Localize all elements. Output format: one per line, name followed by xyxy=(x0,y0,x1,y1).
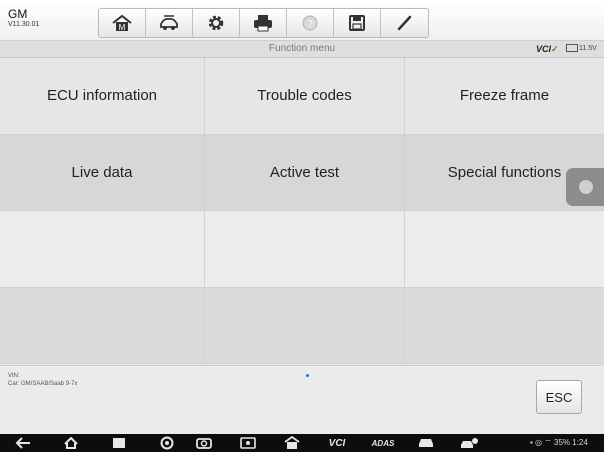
vehicle-brand: GM V11.30.01 xyxy=(8,8,39,30)
vci-status: VCI✓ xyxy=(536,44,559,55)
save-button[interactable] xyxy=(334,9,381,37)
vehicle-make: GM xyxy=(8,7,28,21)
print-button[interactable] xyxy=(240,9,287,37)
recent-apps-icon xyxy=(113,438,125,448)
remote-expert-icon xyxy=(461,438,478,448)
vehicle-swap-button[interactable] xyxy=(146,9,193,37)
back-button[interactable] xyxy=(12,434,34,452)
car-icon xyxy=(419,439,433,447)
save-icon xyxy=(349,15,365,31)
menu-item-freeze-frame[interactable]: Freeze frame xyxy=(405,58,604,135)
vci-connected-icon: ✓ xyxy=(551,44,559,54)
print-icon xyxy=(254,15,272,32)
menu-item-live-data[interactable]: Live data xyxy=(0,134,205,211)
diagnostics-home-button[interactable] xyxy=(280,434,304,452)
back-arrow-icon xyxy=(15,437,30,449)
vci-label: VCI xyxy=(536,44,552,54)
software-version: V11.30.01 xyxy=(8,21,40,28)
menu-item-empty xyxy=(205,211,405,288)
help-icon: ? xyxy=(302,15,318,31)
notification-icons: ▪ ◎ ⌔ xyxy=(530,438,555,447)
home-button[interactable]: M xyxy=(99,9,146,37)
adas-label: ADAS xyxy=(371,438,395,448)
vci-manager-button[interactable]: VCI xyxy=(322,434,352,452)
function-menu-grid: ECU information Trouble codes Freeze fra… xyxy=(0,58,604,364)
svg-text:M: M xyxy=(119,23,126,32)
page-indicator xyxy=(306,374,309,377)
remote-expert-button[interactable] xyxy=(456,434,482,452)
app-header: GM V11.30.01 M ? xyxy=(0,0,604,41)
svg-text:?: ? xyxy=(307,19,313,30)
settings-gear-icon xyxy=(208,15,224,31)
home-nav-icon xyxy=(64,437,78,449)
menu-item-empty xyxy=(405,211,604,288)
battery-voltage-text: 11.5V xyxy=(579,44,597,52)
pen-button[interactable] xyxy=(381,9,428,37)
browser-icon xyxy=(160,436,174,450)
floating-assistive-button[interactable] xyxy=(566,168,604,206)
toolbar: M ? xyxy=(98,8,429,38)
vehicle-service-button[interactable] xyxy=(414,434,438,452)
menu-item-empty xyxy=(0,211,205,288)
subheader-bar: Function menu VCI✓ 11.5V xyxy=(0,41,604,58)
screen-record-icon xyxy=(240,437,256,449)
battery-time: 35% 1:24 xyxy=(554,438,588,447)
battery-icon xyxy=(566,44,578,52)
settings-button[interactable] xyxy=(193,9,240,37)
menu-item-active-test[interactable]: Active test xyxy=(205,134,405,211)
vehicle-swap-icon xyxy=(160,15,178,30)
menu-item-empty xyxy=(405,287,604,364)
vin-label: VIN: xyxy=(8,373,20,379)
battery-voltage: 11.5V xyxy=(566,44,597,52)
camera-button[interactable] xyxy=(192,434,216,452)
camera-icon xyxy=(196,438,212,449)
page-title: Function menu xyxy=(268,43,336,54)
vehicle-info-footer: VIN: Car: GM/SAAB/Saab 9-7x ESC xyxy=(0,365,604,434)
adas-button[interactable]: ADAS xyxy=(368,434,398,452)
diagnostics-home-icon xyxy=(284,436,300,449)
menu-item-ecu-information[interactable]: ECU information xyxy=(0,58,205,135)
recent-apps-button[interactable] xyxy=(108,434,130,452)
menu-item-empty xyxy=(0,287,205,364)
help-button[interactable]: ? xyxy=(287,9,334,37)
browser-button[interactable] xyxy=(156,434,178,452)
system-nav-bar: VCI ADAS ▪ ◎ ⌔ 35% 1:24 xyxy=(0,434,604,452)
screen-record-button[interactable] xyxy=(236,434,260,452)
menu-item-trouble-codes[interactable]: Trouble codes xyxy=(205,58,405,135)
floating-button-icon xyxy=(577,178,595,196)
home-nav-button[interactable] xyxy=(60,434,82,452)
status-bar-right: ▪ ◎ ⌔ 35% 1:24 xyxy=(530,438,588,448)
pen-icon xyxy=(397,15,411,31)
vci-manager-label: VCI xyxy=(328,437,346,449)
esc-button[interactable]: ESC xyxy=(536,380,582,414)
menu-item-empty xyxy=(205,287,405,364)
car-info: Car: GM/SAAB/Saab 9-7x xyxy=(8,381,78,387)
home-icon: M xyxy=(112,14,132,32)
